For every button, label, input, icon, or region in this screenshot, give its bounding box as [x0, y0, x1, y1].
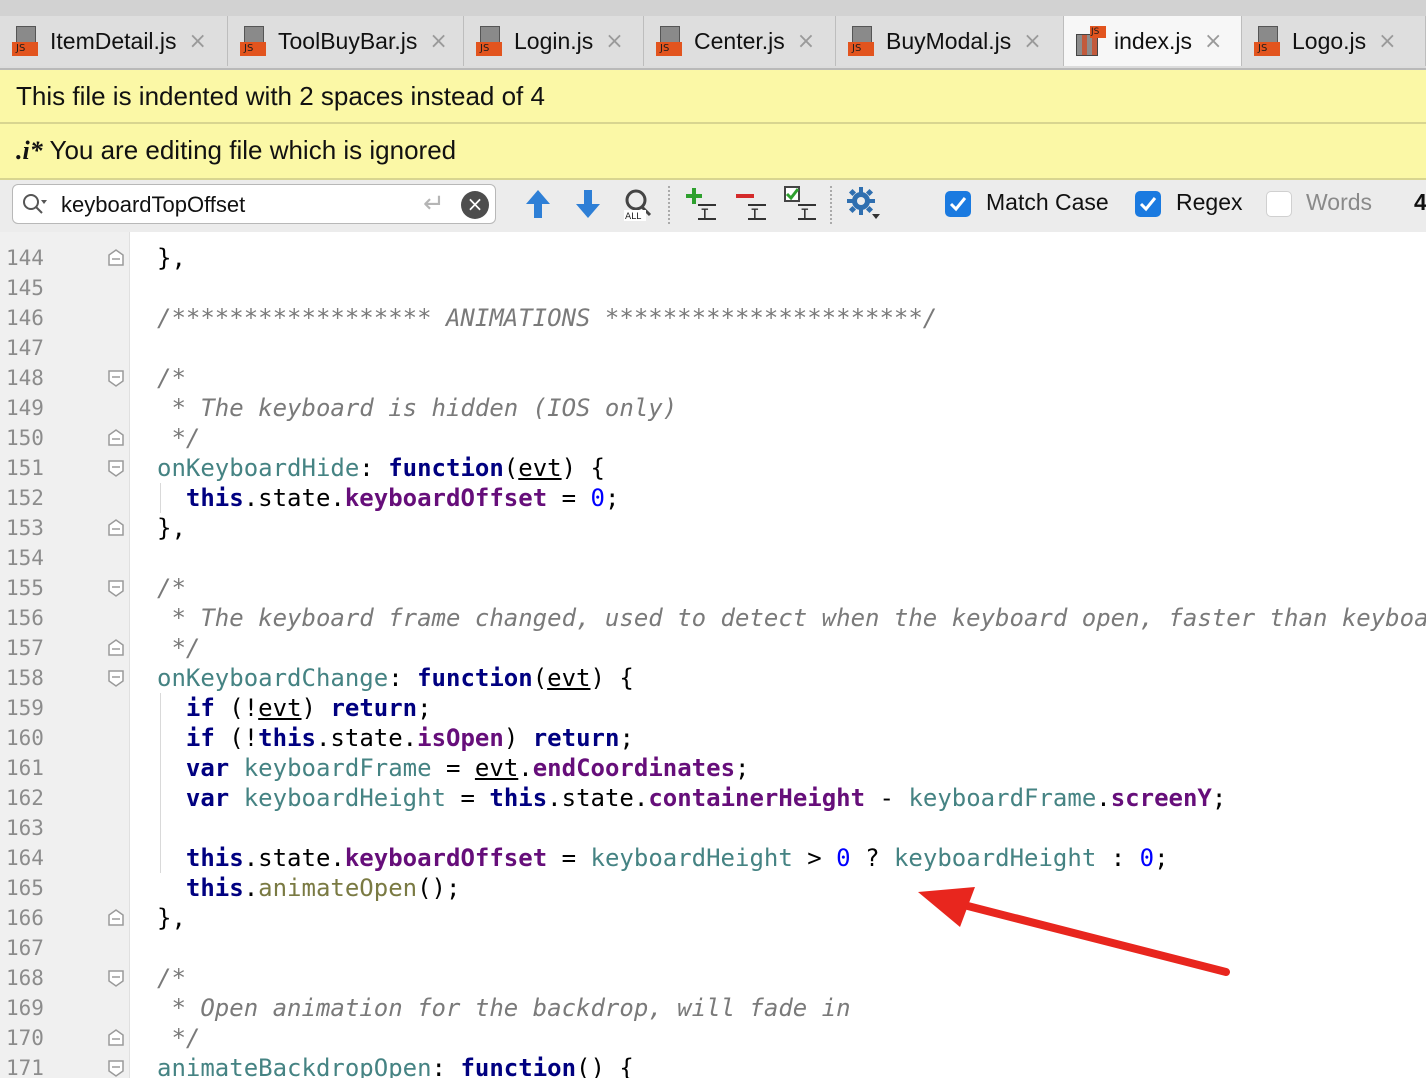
tab-label: BuyModal.js [886, 27, 1012, 54]
words-checkbox[interactable] [1266, 191, 1292, 217]
indent-notice-text: This file is indented with 2 spaces inst… [16, 81, 545, 111]
previous-occurrence-icon[interactable] [520, 186, 556, 222]
tab-label: ToolBuyBar.js [278, 27, 418, 54]
regex-checkbox[interactable] [1135, 191, 1161, 217]
js-file-icon: JS [848, 26, 878, 56]
indent-notice: This file is indented with 2 spaces inst… [0, 70, 1426, 124]
add-occurrence-icon[interactable]: I [684, 186, 720, 222]
find-all-icon[interactable]: ALL [620, 186, 656, 222]
tab-index[interactable]: JS index.js × [1064, 16, 1242, 66]
search-history-return-icon[interactable]: ↵ [423, 189, 445, 219]
close-tab-icon[interactable]: × [1023, 29, 1041, 54]
tab-label: Login.js [514, 27, 594, 54]
close-tab-icon[interactable]: × [605, 29, 623, 54]
words-label[interactable]: Words [1306, 189, 1372, 216]
select-all-occurrences-icon[interactable]: I [784, 186, 820, 222]
ignored-file-notice: .i* You are editing file which is ignore… [0, 124, 1426, 180]
js-file-icon: JS [12, 26, 42, 56]
close-tab-icon[interactable]: × [429, 29, 447, 54]
search-input[interactable] [59, 190, 413, 220]
tab-label: Center.js [694, 27, 785, 54]
editor-tab-bar: JS ItemDetail.js × JS ToolBuyBar.js × JS… [0, 0, 1426, 70]
remove-occurrence-icon[interactable]: I [734, 186, 770, 222]
toolbar-separator [668, 186, 670, 224]
js-file-icon: JS [1254, 26, 1284, 56]
tab-logo[interactable]: JS Logo.js × [1242, 16, 1426, 66]
search-icon[interactable] [21, 191, 47, 217]
match-case-checkbox[interactable] [945, 191, 971, 217]
tab-itemdetail[interactable]: JS ItemDetail.js × [0, 16, 228, 66]
search-settings-gear-icon[interactable] [846, 186, 882, 222]
regex-label[interactable]: Regex [1176, 189, 1242, 216]
clear-search-icon[interactable]: × [461, 191, 489, 219]
tab-label: Logo.js [1292, 27, 1367, 54]
svg-text:ALL: ALL [625, 212, 641, 222]
next-occurrence-icon[interactable] [570, 186, 606, 222]
match-case-label[interactable]: Match Case [986, 189, 1109, 216]
tab-toolbuybar[interactable]: JS ToolBuyBar.js × [228, 16, 464, 66]
toolbar-separator [830, 186, 832, 224]
tab-bar-top-strip [0, 0, 1426, 16]
find-bar: ↵ × ALL I I I [0, 180, 1426, 233]
tab-login[interactable]: JS Login.js × [464, 16, 644, 66]
close-tab-icon[interactable]: × [797, 29, 815, 54]
js-file-icon: JS [240, 26, 270, 56]
js-file-icon: JS [476, 26, 506, 56]
ignored-pattern-text: .i* [16, 136, 43, 165]
tab-buymodal[interactable]: JS BuyModal.js × [836, 16, 1064, 66]
search-box[interactable]: ↵ × [12, 184, 496, 224]
tab-center[interactable]: JS Center.js × [644, 16, 836, 66]
close-tab-icon[interactable]: × [1378, 29, 1396, 54]
code-editor[interactable]: 144}, 145 146/****************** ANIMATION… [0, 232, 1426, 1078]
ignored-notice-text: You are editing file which is ignored [42, 135, 457, 165]
tab-label: ItemDetail.js [50, 27, 177, 54]
red-annotation-arrow [918, 887, 1230, 976]
match-count-text: 4 [1414, 189, 1426, 215]
close-tab-icon[interactable]: × [1204, 29, 1222, 54]
close-tab-icon[interactable]: × [189, 29, 207, 54]
tab-label: index.js [1114, 27, 1192, 54]
js-file-icon: JS [656, 26, 686, 56]
js-file-icon: JS [1076, 26, 1106, 56]
